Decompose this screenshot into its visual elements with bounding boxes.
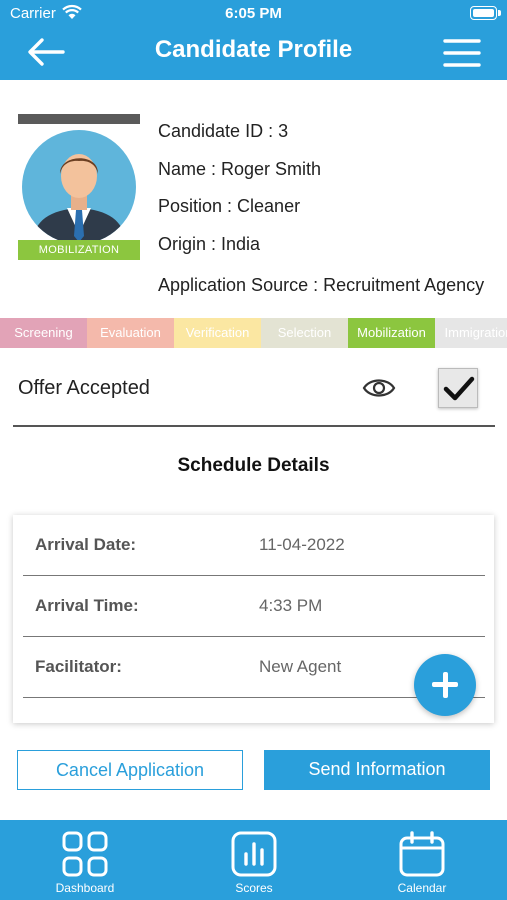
facilitator-value: New Agent [259,657,342,676]
avatar [22,130,136,244]
dashboard-grid-icon [62,831,108,877]
current-stage-badge: MOBILIZATION [18,240,140,260]
nav-calendar-label: Calendar [397,881,447,895]
candidate-name: Name : Roger Smith [158,159,322,179]
facilitator-label: Facilitator: [35,657,122,676]
arrival-time-value: 4:33 PM [259,596,323,615]
stage-evaluation[interactable]: Evaluation [87,318,174,348]
status-bar: Carrier 6:05 PM [0,0,507,28]
nav-dashboard[interactable]: Dashboard [30,820,140,900]
candidate-position: Position : Cleaner [158,196,301,216]
status-time: 6:05 PM [225,5,282,22]
nav-scores-label: Scores [235,881,273,895]
send-information-button[interactable]: Send Information [264,750,490,790]
candidate-id: Candidate ID : 3 [158,121,289,141]
offer-accepted-checkbox[interactable] [438,368,478,408]
stage-immigration[interactable]: Immigration [435,318,507,348]
arrival-date-label: Arrival Date: [35,535,137,554]
stage-verification[interactable]: Verification [174,318,261,348]
bar-chart-icon [231,831,277,877]
arrival-date-value: 11-04-2022 [259,535,345,554]
schedule-details-title: Schedule Details [177,455,330,476]
stage-selection[interactable]: Selection [261,318,348,348]
page-title: Candidate Profile [154,36,353,63]
application-source: Application Source : Recruitment Agency [158,275,485,295]
nav-calendar[interactable]: Calendar [367,820,477,900]
section-divider [13,425,495,427]
arrival-time-label: Arrival Time: [35,596,139,615]
eye-icon[interactable] [362,375,396,401]
candidate-origin: Origin : India [158,234,261,254]
bottom-navigation: Dashboard Scores Calendar [0,820,507,900]
add-floating-button[interactable] [414,654,476,716]
battery-icon [470,6,501,20]
cancel-application-button[interactable]: Cancel Application [17,750,243,790]
schedule-row: Arrival Date: 11-04-2022 [13,515,494,576]
hamburger-menu-icon[interactable] [443,38,481,68]
offer-status-label: Offer Accepted [18,377,150,399]
calendar-icon [399,831,445,877]
person-avatar-icon [32,154,126,244]
avatar-top-bar [18,114,140,124]
schedule-row: Arrival Time: 4:33 PM [13,576,494,637]
nav-dashboard-label: Dashboard [55,881,115,895]
stage-mobilization[interactable]: Mobilization [348,318,435,348]
stage-progress-strip: Screening Evaluation Verification Select… [0,318,507,348]
checkmark-icon [443,376,475,401]
nav-scores[interactable]: Scores [199,820,309,900]
top-app-bar: Carrier 6:05 PM Candidate Profile [0,0,507,80]
candidate-avatar-block: MOBILIZATION [18,114,140,262]
stage-screening[interactable]: Screening [0,318,87,348]
